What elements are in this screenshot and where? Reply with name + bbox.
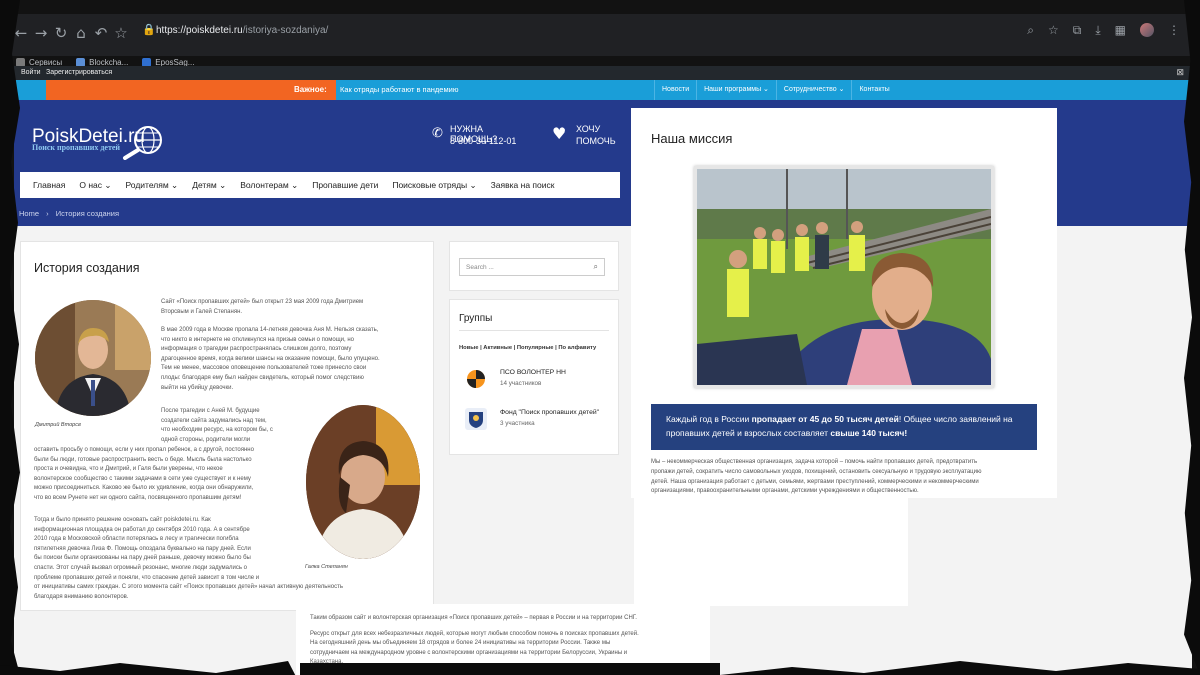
page-title: История создания	[34, 261, 140, 275]
story-paragraph-2: После трагедии с Аней М. будущие создате…	[161, 408, 273, 443]
menu-item-parents[interactable]: Родителям ⌄	[119, 180, 186, 191]
download-icon[interactable]: ⤓	[1095, 23, 1100, 38]
address-bar[interactable]: 🔒 https://poiskdetei.ru/istoriya-sozdani…	[134, 20, 1034, 44]
undo-icon[interactable]: ↶	[90, 22, 112, 44]
volunteers-photo	[694, 166, 994, 388]
breadcrumb-home[interactable]: Home	[19, 209, 39, 218]
phone-icon: ✆	[432, 126, 443, 141]
mission-title: Наша миссия	[651, 131, 733, 146]
magnifier-globe-icon	[123, 126, 162, 160]
menu-icon[interactable]: ▦	[1115, 23, 1126, 38]
search-icon[interactable]: ⌕	[1027, 23, 1034, 38]
screenshot-frame: ← → ↻ ⌂ ↶ ☆ 🔒 https://poiskdetei.ru/isto…	[0, 0, 1200, 675]
founder-photo	[35, 300, 151, 416]
register-link[interactable]: Зарегистрироваться	[46, 69, 112, 76]
story-paragraph-4: Тогда и было принято решение основать са…	[34, 517, 343, 600]
logo-subtitle: Поиск пропавших детей	[32, 143, 121, 152]
extension-icon[interactable]: ⧉	[1073, 23, 1082, 38]
mission-description: Мы – некоммерческая общественная организ…	[651, 459, 982, 495]
heart-icon: ♥	[552, 124, 567, 143]
url-path: /istoriya-sozdaniya/	[242, 25, 329, 36]
search-input[interactable]: Search ... ⌕	[459, 258, 605, 276]
browser-toolbar: ← → ↻ ⌂ ↶ ☆ 🔒 https://poiskdetei.ru/isto…	[8, 14, 1192, 67]
orange-accent	[46, 80, 336, 100]
group-avatar-icon	[465, 408, 487, 430]
avatar[interactable]	[1140, 23, 1154, 37]
intro-paragraph: Сайт «Поиск пропавших детей» был открыт …	[161, 299, 364, 315]
login-link[interactable]: Войти	[21, 69, 41, 76]
forward-icon[interactable]: →	[30, 22, 52, 44]
mission-card-extension	[634, 498, 908, 606]
url-host: https://poiskdetei.ru	[156, 25, 243, 36]
main-menu: Главная О нас ⌄ Родителям ⌄ Детям ⌄ Воло…	[20, 172, 620, 198]
article-panel: История создания Дмитрий Вторсв Галка Ст…	[20, 241, 434, 611]
mission-card: Наша миссия Каждый год в России пропадае…	[631, 108, 1057, 498]
sidebar-search-widget: Search ... ⌕	[449, 241, 619, 291]
top-strip: Важное: Как отряды работают в пандемию Н…	[14, 80, 1192, 100]
menu-item-volunteers[interactable]: Волонтерам ⌄	[233, 180, 305, 191]
bookmark-star-icon[interactable]: ☆	[1048, 23, 1059, 38]
chevron-right-icon: ›	[46, 209, 49, 218]
breadcrumb-current: История создания	[55, 209, 120, 218]
reload-icon[interactable]: ↻	[50, 22, 72, 44]
important-label: Важное:	[294, 85, 327, 94]
home-icon[interactable]: ⌂	[70, 22, 92, 44]
close-icon[interactable]: ⊠	[1176, 67, 1184, 78]
more-icon[interactable]: ⋮	[1168, 23, 1180, 38]
breadcrumb: Home › История создания	[19, 209, 124, 218]
story-paragraph-1: В мае 2009 года в Москве пропала 14-летн…	[161, 327, 380, 391]
menu-item-about[interactable]: О нас ⌄	[72, 180, 118, 191]
top-menu-programs[interactable]: Наши программы ⌄	[696, 80, 776, 100]
divider	[459, 330, 609, 331]
groups-filter-tabs[interactable]: Новые | Активные | Популярные | По алфав…	[459, 345, 596, 351]
menu-item-home[interactable]: Главная	[26, 180, 72, 190]
star-icon[interactable]: ☆	[110, 22, 132, 44]
help-phone[interactable]: 8-800-30-112-01	[450, 136, 516, 146]
top-menu-contacts[interactable]: Контакты	[851, 80, 896, 100]
menu-item-missing[interactable]: Пропавшие дети	[305, 180, 385, 190]
mission-banner: Каждый год в России пропадает от 45 до 5…	[651, 404, 1037, 450]
wp-admin-bar: Войти Зарегистрироваться ⊠	[14, 66, 1192, 80]
top-menu: Новости Наши программы ⌄ Сотрудничество …	[654, 80, 897, 100]
news-ticker[interactable]: Как отряды работают в пандемию	[340, 85, 458, 94]
search-icon[interactable]: ⌕	[594, 262, 598, 272]
menu-item-squads[interactable]: Поисковые отряды ⌄	[385, 180, 483, 191]
founder-caption: Дмитрий Вторсв	[35, 422, 81, 428]
lock-icon: 🔒	[142, 23, 156, 36]
groups-title: Группы	[459, 313, 493, 324]
sidebar-groups-widget: Группы Новые | Активные | Популярные | П…	[449, 299, 619, 455]
top-menu-cooperation[interactable]: Сотрудничество ⌄	[775, 80, 852, 100]
top-menu-news[interactable]: Новости	[654, 80, 696, 100]
group-avatar-icon	[465, 368, 487, 390]
menu-item-children[interactable]: Детям ⌄	[185, 180, 233, 191]
menu-item-request[interactable]: Заявка на поиск	[484, 180, 562, 190]
story-paragraph-3: оставить просьбу о помощи, если у них пр…	[34, 447, 254, 501]
